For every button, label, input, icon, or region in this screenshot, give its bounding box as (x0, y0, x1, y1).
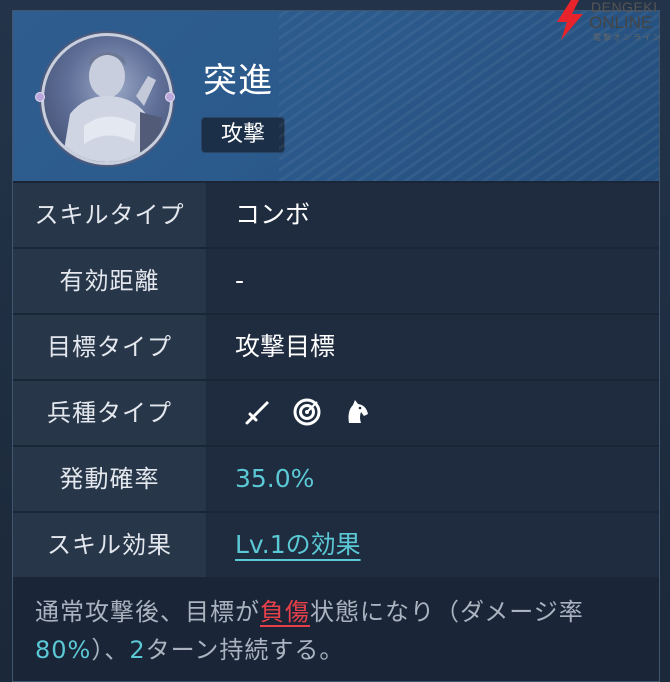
horse-head-icon (341, 397, 371, 427)
turn-count-value: 2 (129, 636, 146, 664)
status-keyword-link[interactable]: 負傷 (260, 598, 310, 626)
attribute-row-unit-type: 兵種タイプ (13, 381, 659, 445)
skill-attributes: スキルタイプ コンボ 有効距離 - 目標タイプ 攻撃目標 兵種タイプ 発動確率 … (13, 183, 659, 579)
attribute-label: 有効距離 (13, 249, 206, 313)
character-portrait-icon (62, 52, 162, 162)
attribute-label: 目標タイプ (13, 315, 206, 379)
attribute-label: 発動確率 (13, 447, 206, 511)
description-text: 状態になり（ダメージ率 (310, 598, 584, 626)
description-text: 通常攻撃後、目標が (35, 598, 260, 626)
lightning-bolt-icon (557, 0, 583, 40)
attribute-label: スキル効果 (13, 513, 206, 577)
attribute-value: コンボ (235, 200, 311, 229)
attribute-row-target-type: 目標タイプ 攻撃目標 (13, 315, 659, 379)
skill-description: 通常攻撃後、目標が負傷状態になり（ダメージ率 80%）、2ターン持続する。 (35, 593, 645, 669)
sword-icon (243, 397, 273, 427)
attribute-row-skill-type: スキルタイプ コンボ (13, 183, 659, 247)
archery-target-icon (292, 397, 322, 427)
dengeki-online-logo: DENGEKI ONLINE 電撃オンライン (549, 0, 670, 44)
ornament-dot (165, 92, 175, 102)
skill-avatar (41, 33, 173, 165)
attribute-value: 攻撃目標 (235, 332, 336, 361)
attribute-row-range: 有効距離 - (13, 249, 659, 313)
ornament-dot (35, 92, 45, 102)
attribute-label: スキルタイプ (13, 183, 206, 247)
damage-rate-value: 80% (35, 636, 92, 664)
description-text: ）、 (91, 636, 130, 664)
skill-name: 突進 (203, 61, 273, 101)
attribute-row-skill-effect: スキル効果 Lv.1の効果 (13, 513, 659, 577)
attribute-row-trigger-rate: 発動確率 35.0% (13, 447, 659, 511)
description-text: ターン持続する。 (145, 636, 345, 664)
trigger-rate-value: 35.0% (235, 464, 315, 493)
unit-type-icons (243, 397, 385, 429)
skill-category-badge: 攻撃 (201, 117, 285, 153)
skill-effect-link[interactable]: Lv.1の効果 (235, 513, 361, 577)
skill-card: 突進 攻撃 スキルタイプ コンボ 有効距離 - 目標タイプ 攻撃目標 兵種タイプ (12, 10, 660, 682)
logo-text: ONLINE (589, 13, 653, 32)
logo-subtext: 電撃オンライン (593, 33, 663, 42)
attribute-value: - (235, 266, 245, 295)
attribute-label: 兵種タイプ (13, 381, 206, 445)
